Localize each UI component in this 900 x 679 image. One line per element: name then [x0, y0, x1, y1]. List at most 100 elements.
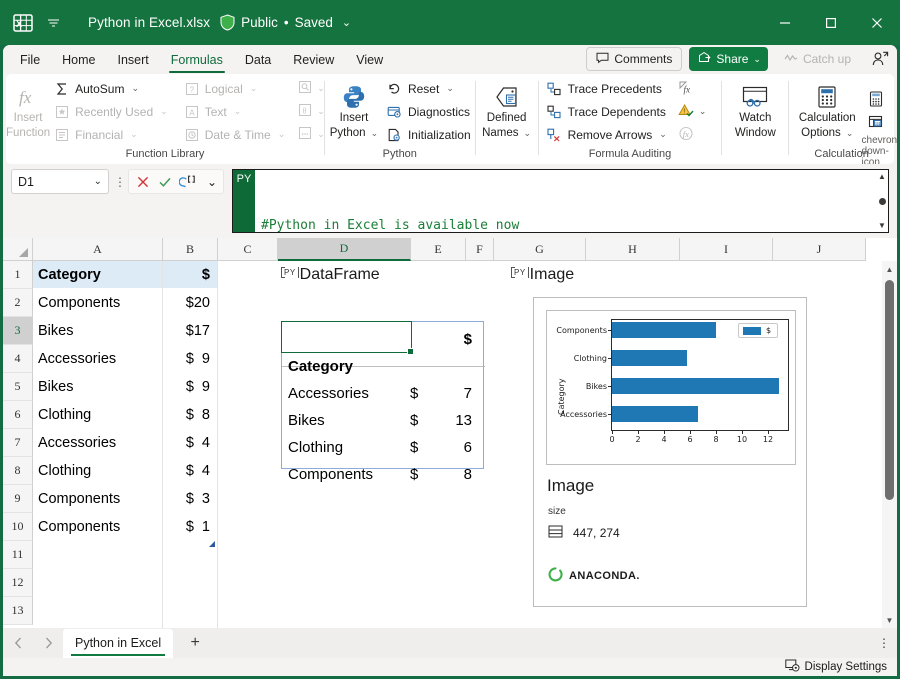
cell-A10[interactable]: Components — [38, 513, 162, 540]
document-filename[interactable]: Python in Excel.xlsx — [88, 15, 210, 30]
display-settings-icon[interactable] — [784, 659, 800, 675]
scroll-thumb[interactable] — [878, 197, 886, 205]
chevron-down-icon[interactable]: ⌄ — [131, 83, 139, 94]
row-header-10[interactable]: 10 — [3, 513, 33, 541]
trace-dependents-button[interactable]: Trace Dependents — [543, 101, 671, 123]
row-header-11[interactable]: 11 — [3, 541, 33, 569]
chevron-down-icon[interactable]: ⌄ — [846, 127, 854, 140]
next-sheet-button[interactable] — [33, 628, 63, 658]
recently-used-button[interactable]: Recently Used ⌄ — [50, 101, 172, 123]
cell-A9[interactable]: Components — [38, 485, 162, 512]
cell-A7[interactable]: Accessories — [38, 429, 162, 456]
chevron-down-icon[interactable]: ⌄ — [317, 129, 325, 140]
share-person-icon[interactable] — [867, 47, 893, 71]
vertical-scroll-thumb[interactable] — [885, 280, 894, 500]
formula-bar-scrollbar[interactable]: ▲ ▼ — [876, 170, 888, 232]
scroll-down-icon[interactable]: ▼ — [882, 612, 897, 628]
cell-B5[interactable]: $ 9 — [162, 373, 210, 400]
previous-sheet-button[interactable] — [3, 628, 33, 658]
vertical-scroll-track[interactable] — [882, 277, 897, 612]
formula-code[interactable]: #Python in Excel is available now df = x… — [255, 170, 888, 232]
close-button[interactable] — [854, 0, 900, 45]
cell-B9[interactable]: $ 3 — [162, 485, 210, 512]
cell-A4[interactable]: Accessories — [38, 345, 162, 372]
column-header-G[interactable]: G — [494, 238, 586, 261]
insert-function-button[interactable]: fx Insert Function — [6, 82, 50, 142]
row-header-9[interactable]: 9 — [3, 485, 33, 513]
insert-python-button[interactable]: Insert Python ⌄ — [325, 82, 383, 142]
show-formulas-button[interactable]: fx — [675, 78, 710, 100]
active-cell-outline[interactable] — [281, 321, 414, 355]
name-box[interactable]: D1 ⌄ — [11, 169, 109, 194]
scroll-up-icon[interactable]: ▲ — [882, 261, 897, 277]
vertical-scrollbar[interactable]: ▲ ▼ — [882, 261, 897, 628]
cell-A6[interactable]: Clothing — [38, 401, 162, 428]
row-header-7[interactable]: 7 — [3, 429, 33, 457]
row-header-4[interactable]: 4 — [3, 345, 33, 373]
cell-A3[interactable]: Bikes — [38, 317, 162, 344]
tab-file[interactable]: File — [9, 46, 51, 73]
column-header-C[interactable]: C — [218, 238, 278, 261]
column-header-A[interactable]: A — [33, 238, 163, 261]
row-header-3[interactable]: 3 — [3, 317, 33, 345]
column-header-D[interactable]: D — [278, 238, 411, 261]
autosum-button[interactable]: AutoSum ⌄ — [50, 78, 172, 100]
tab-insert[interactable]: Insert — [107, 46, 160, 73]
sheet-tab-python-in-excel[interactable]: Python in Excel — [63, 628, 174, 658]
calculation-options-button[interactable]: Calculation Options ⌄ — [789, 82, 865, 142]
diagnostics-button[interactable]: Diagnostics — [383, 101, 475, 123]
add-sheet-button[interactable]: + — [173, 628, 217, 658]
lookup-reference-button[interactable]: ⌄ — [295, 78, 328, 100]
evaluate-formula-button[interactable]: fx — [675, 124, 710, 146]
cell-B3[interactable]: $17 — [162, 317, 210, 344]
column-header-F[interactable]: F — [466, 238, 494, 261]
catch-up-button[interactable]: Catch up — [775, 47, 860, 71]
cell-A5[interactable]: Bikes — [38, 373, 162, 400]
chevron-down-icon[interactable]: ⌄ — [524, 127, 532, 140]
calculate-sheet-button[interactable] — [865, 112, 887, 134]
enter-check-icon[interactable] — [155, 171, 175, 192]
more-functions-button[interactable]: ⌄ — [295, 124, 328, 146]
column-header-J[interactable]: J — [773, 238, 866, 261]
quick-access-caret-icon[interactable] — [36, 8, 70, 38]
error-checking-button[interactable]: ! ⌄ — [675, 101, 710, 123]
cell-B2[interactable]: $20 — [162, 289, 210, 316]
column-header-B[interactable]: B — [163, 238, 218, 261]
cell-B1[interactable]: $ — [162, 261, 210, 288]
select-all-corner[interactable] — [3, 238, 33, 261]
row-header-8[interactable]: 8 — [3, 457, 33, 485]
chevron-down-icon[interactable]: ⌄ — [659, 129, 667, 140]
cell-B8[interactable]: $ 4 — [162, 457, 210, 484]
chevron-down-icon[interactable]: ⌄ — [342, 16, 351, 29]
chevron-down-icon[interactable]: ⌄ — [234, 106, 242, 117]
table-resize-handle[interactable] — [209, 536, 215, 547]
tab-review[interactable]: Review — [282, 46, 345, 73]
expand-formula-bar-icon[interactable]: ⌄ — [205, 171, 219, 192]
column-header-E[interactable]: E — [411, 238, 466, 261]
chevron-down-icon[interactable]: ⌄ — [94, 176, 102, 187]
column-header-H[interactable]: H — [586, 238, 680, 261]
insert-python-formula-icon[interactable] — [177, 171, 203, 192]
chevron-down-icon[interactable]: ⌄ — [278, 129, 286, 140]
cell-A2[interactable]: Components — [38, 289, 162, 316]
chevron-down-icon[interactable]: ⌄ — [317, 83, 325, 94]
financial-button[interactable]: Financial ⌄ — [50, 124, 172, 146]
chevron-down-icon[interactable]: ⌄ — [160, 106, 168, 117]
trace-precedents-button[interactable]: Trace Precedents — [543, 78, 671, 100]
initialization-button[interactable]: Initialization — [383, 124, 475, 146]
math-trig-button[interactable]: θ ⌄ — [295, 101, 328, 123]
tab-view[interactable]: View — [345, 46, 394, 73]
cell-B4[interactable]: $ 9 — [162, 345, 210, 372]
maximize-button[interactable] — [808, 0, 854, 45]
remove-arrows-button[interactable]: Remove Arrows ⌄ — [543, 124, 671, 146]
scroll-up-icon[interactable]: ▲ — [878, 172, 886, 181]
row-header-1[interactable]: 1 — [3, 261, 33, 289]
minimize-button[interactable] — [762, 0, 808, 45]
worksheet-grid[interactable]: A B C D E F G H I J 1 2 3 4 5 6 7 8 9 10… — [3, 238, 897, 628]
formula-input[interactable]: PY #Python in Excel is available now df … — [232, 169, 889, 233]
tab-home[interactable]: Home — [51, 46, 106, 73]
row-header-2[interactable]: 2 — [3, 289, 33, 317]
logical-button[interactable]: ? Logical ⌄ — [180, 78, 290, 100]
tab-formulas[interactable]: Formulas — [160, 46, 234, 73]
defined-names-button[interactable]: Defined Names ⌄ — [476, 82, 538, 142]
